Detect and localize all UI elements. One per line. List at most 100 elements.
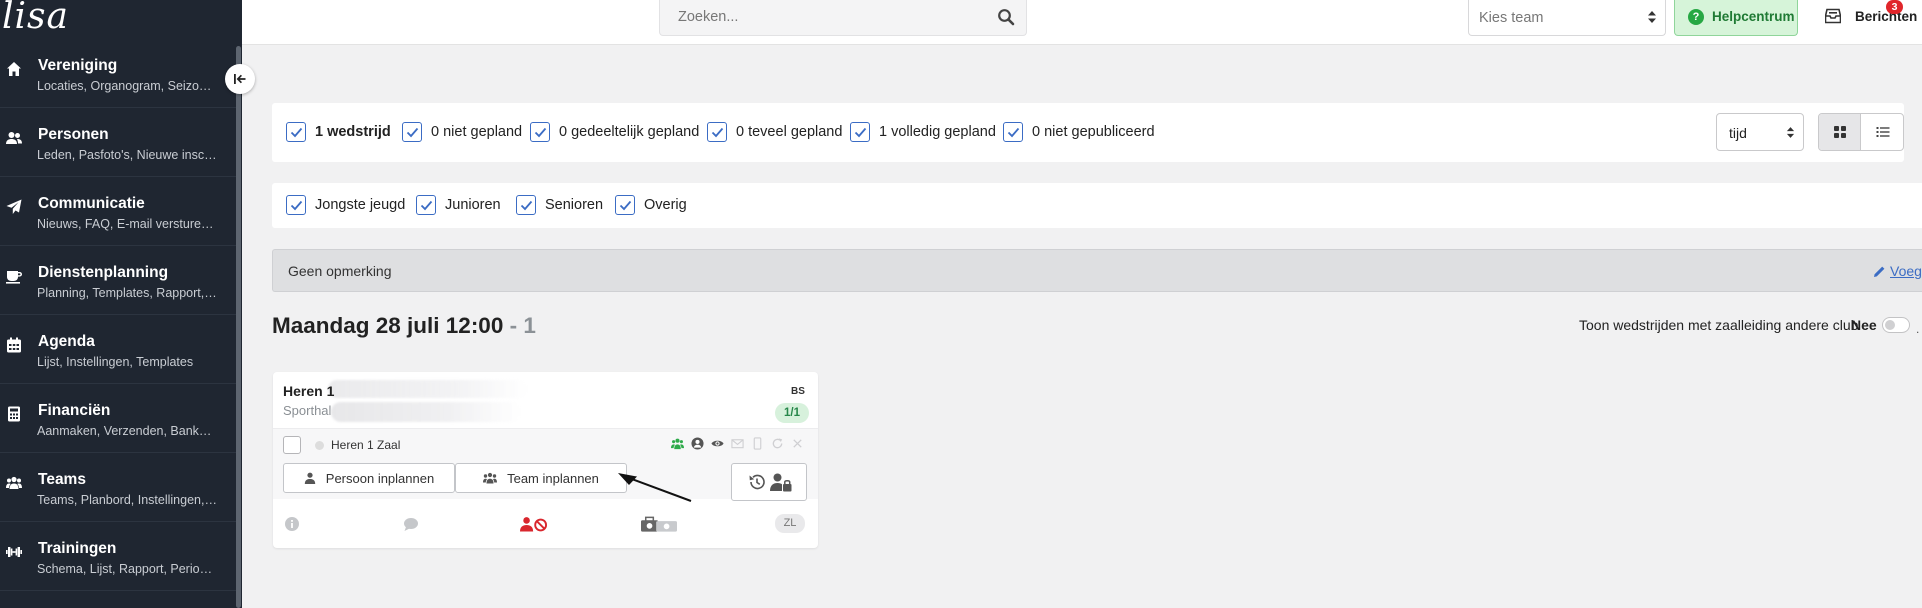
sidebar-item-dienstenplanning[interactable]: Dienstenplanning Planning, Templates, Ra…	[0, 247, 236, 315]
sidebar-item-subtitle: Aanmaken, Verzenden, Bankb…	[37, 424, 217, 438]
filter-checkbox-volledig-gepland[interactable]: 1 volledig gepland	[850, 122, 996, 142]
truncated-text: .	[1916, 322, 1920, 336]
redacted-location	[331, 402, 521, 422]
filter-checkbox-wedstrijd[interactable]: 1 wedstrijd	[286, 122, 391, 142]
filter-checkbox-jongste-jeugd[interactable]: Jongste jeugd	[286, 195, 405, 215]
app-logo[interactable]: lisa	[2, 0, 69, 40]
checkbox[interactable]	[402, 122, 422, 142]
team-assigned-icon[interactable]	[671, 437, 684, 450]
sidebar-item-communicatie[interactable]: Communicatie Nieuws, FAQ, E-mail verstur…	[0, 178, 236, 246]
top-bar: Kies team ? Helpcentrum Berichten	[242, 0, 1922, 45]
sidebar-item-title: Teams	[38, 471, 86, 488]
check-icon	[854, 127, 866, 137]
zaalleiding-badge: ZL	[775, 514, 805, 533]
slot-checkbox[interactable]	[283, 436, 301, 454]
list-view-button[interactable]	[1861, 114, 1903, 150]
checkbox[interactable]	[850, 122, 870, 142]
filter-checkbox-junioren[interactable]: Junioren	[416, 195, 501, 215]
sidebar-item-subtitle: Locaties, Organogram, Seizoe…	[37, 79, 217, 93]
team-inplannen-label: Team inplannen	[507, 470, 599, 486]
grid-icon	[1833, 126, 1846, 138]
sidebar-item-trainingen[interactable]: Trainingen Schema, Lijst, Rapport, Perio…	[0, 523, 236, 591]
team-select[interactable]: Kies team	[1468, 0, 1666, 36]
sidebar-item-title: Communicatie	[38, 195, 145, 212]
view-toggle	[1818, 113, 1904, 151]
filter-label: 0 niet gepubliceerd	[1032, 124, 1155, 140]
sidebar-item-personen[interactable]: Personen Leden, Pasfoto's, Nieuwe insc…	[0, 109, 236, 177]
user-circle-icon[interactable]	[691, 437, 704, 450]
search-icon[interactable]	[997, 8, 1015, 26]
sort-select[interactable]: tijd	[1716, 113, 1804, 151]
user-blocked-icon[interactable]	[520, 516, 550, 535]
persoon-inplannen-button[interactable]: Persoon inplannen	[283, 463, 455, 493]
check-icon	[711, 127, 723, 137]
grid-view-button[interactable]	[1819, 114, 1861, 150]
sidebar-item-agenda[interactable]: Agenda Lijst, Instellingen, Templates	[0, 316, 236, 384]
filter-label: 0 teveel gepland	[736, 124, 843, 140]
day-heading-text: Maandag 28 juli 12:00	[272, 313, 504, 338]
select-arrows-icon	[1786, 127, 1795, 138]
other-club-toggle[interactable]	[1882, 317, 1910, 333]
filter-label: Junioren	[445, 197, 501, 213]
category-filter-bar: Jongste jeugd Junioren Senioren Overig	[272, 183, 1922, 228]
sidebar-scrollbar[interactable]	[236, 46, 241, 608]
paper-plane-icon	[5, 198, 23, 216]
add-remark-label: Voeg t	[1890, 263, 1922, 279]
berichten-label: Berichten	[1855, 9, 1918, 24]
sidebar-item-subtitle: Leden, Pasfoto's, Nieuwe insc…	[37, 148, 217, 162]
filter-checkbox-overig[interactable]: Overig	[615, 195, 687, 215]
checkbox[interactable]	[286, 195, 306, 215]
filter-checkbox-gedeeltelijk-gepland[interactable]: 0 gedeeltelijk gepland	[530, 122, 699, 142]
checkbox[interactable]	[1003, 122, 1023, 142]
filter-label: 0 niet gepland	[431, 124, 523, 140]
remark-bar: Geen opmerking Voeg t	[272, 249, 1922, 292]
checkbox[interactable]	[615, 195, 635, 215]
slot-actions	[671, 437, 804, 450]
filter-checkbox-teveel-gepland[interactable]: 0 teveel gepland	[707, 122, 842, 142]
search-input[interactable]	[660, 0, 990, 34]
inbox-icon	[1825, 8, 1841, 24]
history-lock-button[interactable]	[731, 463, 807, 501]
eye-icon[interactable]	[711, 437, 724, 450]
filter-checkbox-niet-gepland[interactable]: 0 niet gepland	[402, 122, 522, 142]
redacted-opponent	[328, 380, 528, 398]
add-remark-link[interactable]: Voeg t	[1873, 263, 1922, 279]
briefcase-money-icon[interactable]	[641, 516, 677, 535]
check-icon	[406, 127, 418, 137]
checkbox[interactable]	[516, 195, 536, 215]
sidebar-item-teams[interactable]: Teams Teams, Planbord, Instellingen,…	[0, 454, 236, 522]
check-icon	[619, 200, 631, 210]
collapse-sidebar-button[interactable]	[225, 64, 255, 94]
envelope-icon[interactable]	[731, 437, 744, 450]
team-inplannen-button[interactable]: Team inplannen	[455, 463, 627, 493]
helpcentrum-button[interactable]: ? Helpcentrum	[1674, 0, 1798, 36]
team-icon	[483, 472, 498, 484]
refresh-icon[interactable]	[771, 437, 784, 450]
filter-checkbox-niet-gepubliceerd[interactable]: 0 niet gepubliceerd	[1003, 122, 1155, 142]
sidebar-item-title: Vereniging	[38, 57, 118, 74]
sidebar-item-title: Agenda	[38, 333, 95, 350]
sidebar-item-financien[interactable]: Financiën Aanmaken, Verzenden, Bankb…	[0, 385, 236, 453]
teams-icon	[5, 474, 23, 492]
checkbox[interactable]	[286, 122, 306, 142]
sidebar-item-vereniging[interactable]: Vereniging Locaties, Organogram, Seizoe…	[0, 40, 236, 108]
check-icon	[290, 200, 302, 210]
info-icon[interactable]	[284, 516, 300, 535]
berichten-button[interactable]: Berichten	[1816, 0, 1922, 36]
checkbox[interactable]	[416, 195, 436, 215]
checkbox[interactable]	[530, 122, 550, 142]
filter-checkbox-senioren[interactable]: Senioren	[516, 195, 603, 215]
helpcentrum-label: Helpcentrum	[1712, 9, 1795, 24]
annotation-arrow-icon	[618, 473, 692, 502]
persoon-inplannen-label: Persoon inplannen	[325, 470, 435, 486]
match-title[interactable]: Heren 1	[283, 383, 334, 399]
sort-select-value: tijd	[1729, 125, 1747, 141]
day-match-count: - 1	[509, 313, 536, 338]
filter-label: 1 volledig gepland	[879, 124, 996, 140]
close-icon[interactable]	[791, 437, 804, 450]
mobile-icon[interactable]	[751, 437, 764, 450]
sidebar-item-title: Personen	[38, 126, 109, 143]
filter-label: Overig	[644, 197, 687, 213]
comment-icon[interactable]	[403, 516, 419, 535]
checkbox[interactable]	[707, 122, 727, 142]
